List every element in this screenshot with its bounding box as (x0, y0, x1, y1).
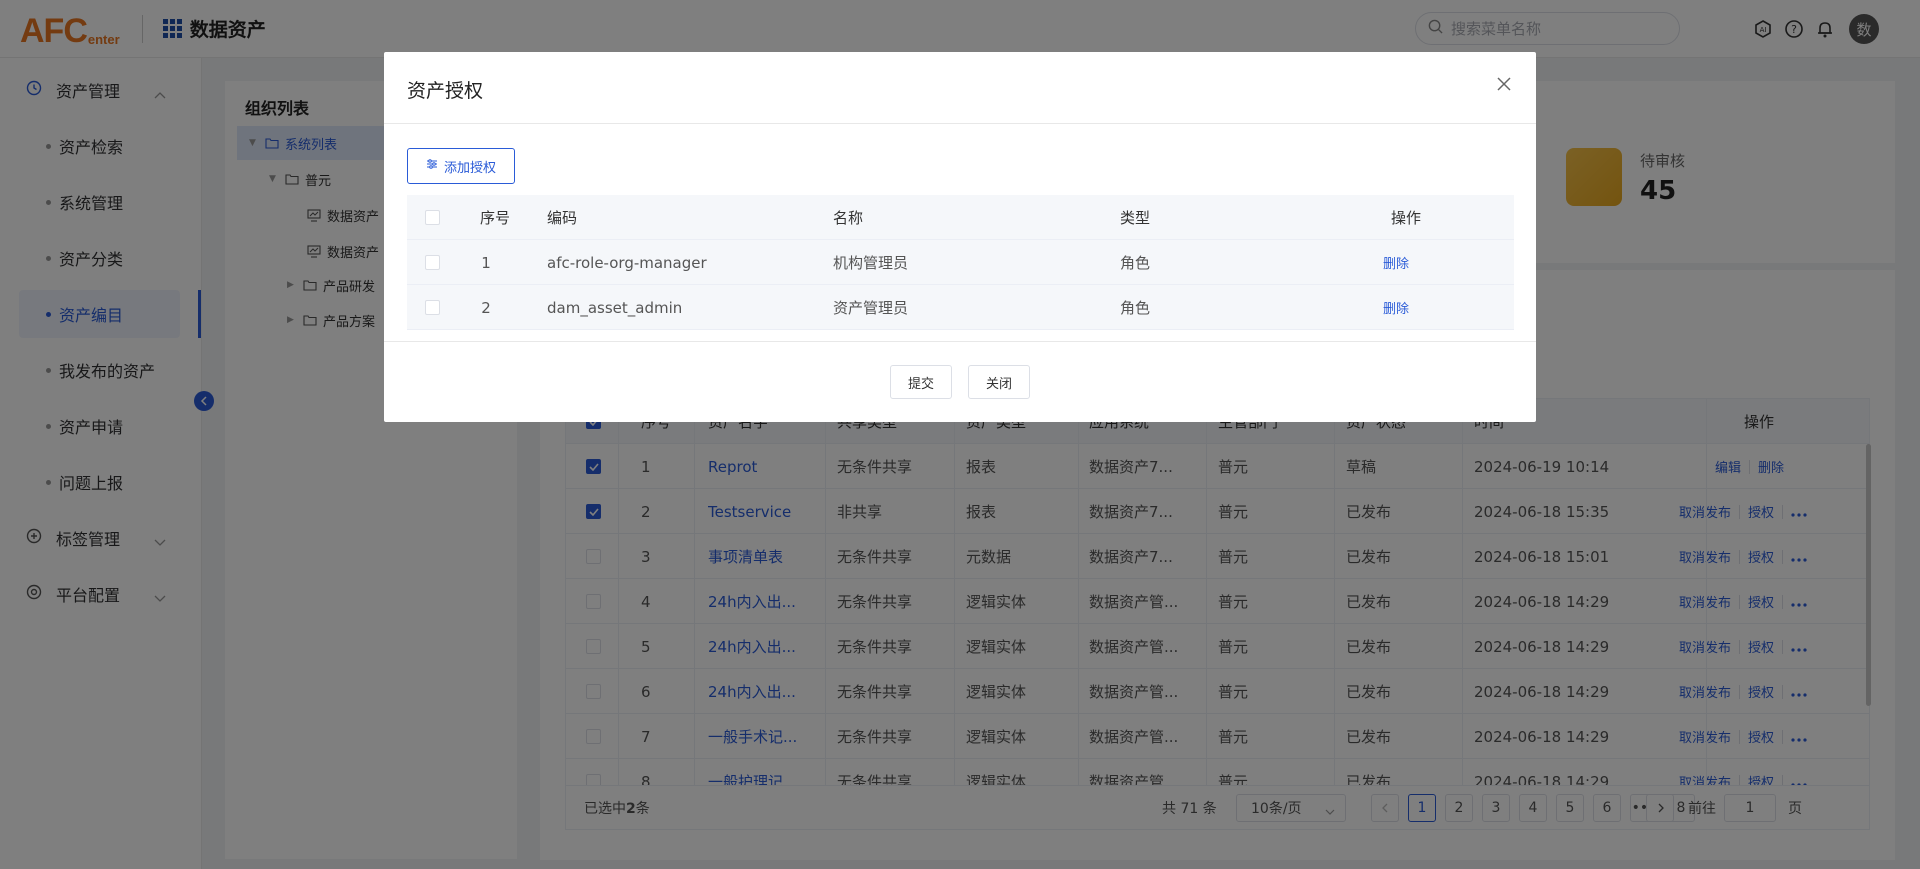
table-cell: 1 (481, 253, 491, 272)
table-cell: 角色 (1120, 254, 1151, 272)
column-header: 编码 (547, 209, 578, 227)
add-authorization-button[interactable]: 添加授权 (407, 148, 515, 184)
table-cell: 角色 (1120, 299, 1151, 317)
submit-button[interactable]: 提交 (890, 365, 952, 399)
table-cell: 资产管理员 (833, 299, 909, 317)
close-icon[interactable] (1492, 72, 1516, 96)
delete-link[interactable]: 删除 (1383, 240, 1409, 285)
asset-authorization-dialog: 资产授权 添加授权 序号 编码 名称 类型 操作 1 afc-role-org-m… (384, 52, 1536, 422)
dialog-footer-divider (384, 341, 1536, 342)
table-cell: 2 (481, 298, 491, 317)
add-authorization-label: 添加授权 (443, 160, 496, 176)
table-cell: dam_asset_admin (547, 298, 683, 317)
table-cell: afc-role-org-manager (547, 253, 707, 272)
table-row: 2 dam_asset_admin 资产管理员 角色 删除 (407, 285, 1514, 330)
row-checkbox[interactable] (425, 255, 440, 270)
table-row: 1 afc-role-org-manager 机构管理员 角色 删除 (407, 240, 1514, 285)
close-button[interactable]: 关闭 (968, 365, 1030, 399)
select-all-checkbox[interactable] (425, 210, 440, 225)
authorization-table-header: 序号 编码 名称 类型 操作 (407, 195, 1514, 240)
row-checkbox[interactable] (425, 300, 440, 315)
sliders-icon (426, 158, 438, 174)
dialog-title: 资产授权 (407, 80, 484, 102)
column-header: 类型 (1120, 209, 1151, 227)
column-header: 序号 (480, 209, 511, 227)
dialog-header: 资产授权 (384, 52, 1536, 124)
table-cell: 机构管理员 (833, 254, 909, 272)
delete-link[interactable]: 删除 (1383, 285, 1409, 330)
column-header: 操作 (1391, 209, 1422, 227)
column-header: 名称 (833, 209, 864, 227)
